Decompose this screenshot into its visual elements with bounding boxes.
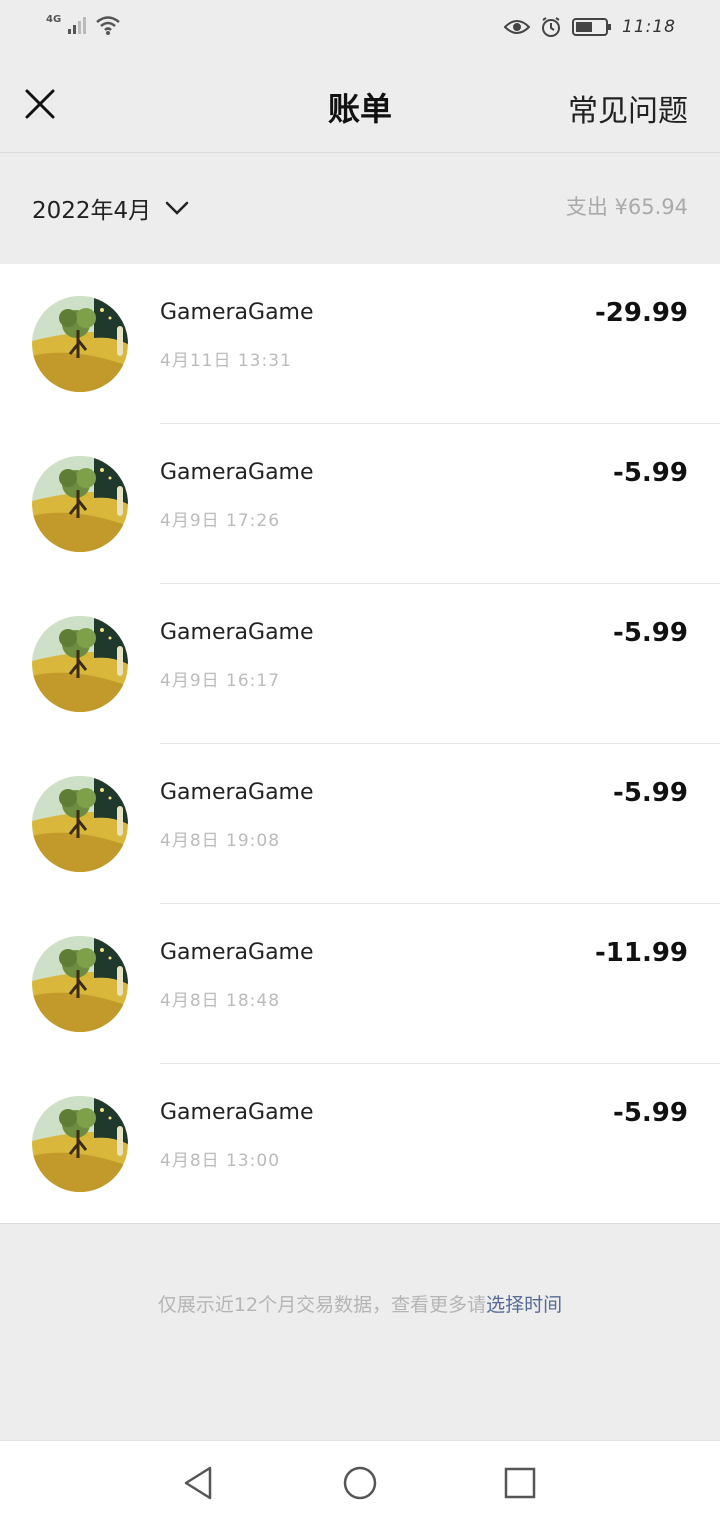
transaction-row[interactable]: GameraGame 4月9日 17:26 -5.99 bbox=[0, 424, 720, 584]
merchant-avatar bbox=[32, 936, 128, 1032]
merchant-name: GameraGame bbox=[160, 780, 314, 805]
signal-icon bbox=[68, 17, 87, 34]
spend-summary: 支出 ¥65.94 bbox=[565, 195, 688, 219]
transaction-list: GameraGame 4月11日 13:31 -29.99 GameraGame 4月9… bbox=[0, 264, 720, 1224]
transaction-time: 4月11日 13:31 bbox=[160, 351, 292, 371]
merchant-name: GameraGame bbox=[160, 460, 314, 485]
transaction-amount: -5.99 bbox=[613, 778, 688, 808]
transaction-row[interactable]: GameraGame 4月9日 16:17 -5.99 bbox=[0, 584, 720, 744]
network-type: 4G bbox=[46, 13, 62, 25]
nav-header: 账单 常见问题 bbox=[0, 56, 720, 153]
back-triangle-icon bbox=[184, 1466, 212, 1500]
faq-link[interactable]: 常见问题 bbox=[568, 86, 688, 130]
chevron-down-icon bbox=[165, 201, 189, 215]
eye-icon bbox=[504, 20, 530, 34]
merchant-name: GameraGame bbox=[160, 300, 314, 325]
transaction-time: 4月9日 16:17 bbox=[160, 671, 281, 691]
transaction-row[interactable]: GameraGame 4月11日 13:31 -29.99 bbox=[0, 264, 720, 424]
recents-button[interactable] bbox=[500, 1463, 540, 1503]
transaction-time: 4月9日 17:26 bbox=[160, 511, 281, 531]
clock: 11:18 bbox=[622, 17, 676, 37]
footer-note: 仅展示近12个月交易数据，查看更多请选择时间 bbox=[0, 1290, 720, 1317]
merchant-avatar bbox=[32, 296, 128, 392]
status-right: 11:18 bbox=[504, 16, 676, 38]
transaction-amount: -11.99 bbox=[594, 938, 688, 968]
month-label: 2022年4月 bbox=[32, 198, 152, 224]
month-filter-bar: 2022年4月 支出 ¥65.94 bbox=[0, 153, 720, 264]
merchant-avatar bbox=[32, 1096, 128, 1192]
status-left: 4G bbox=[46, 14, 121, 36]
recents-square-icon bbox=[504, 1467, 536, 1499]
transaction-amount: -29.99 bbox=[594, 298, 688, 328]
home-circle-icon bbox=[343, 1466, 377, 1500]
battery-icon bbox=[572, 18, 611, 36]
transaction-amount: -5.99 bbox=[613, 1098, 688, 1128]
transaction-row[interactable]: GameraGame 4月8日 18:48 -11.99 bbox=[0, 904, 720, 1064]
merchant-avatar bbox=[32, 616, 128, 712]
select-time-link[interactable]: 选择时间 bbox=[486, 1294, 562, 1316]
transaction-time: 4月8日 18:48 bbox=[160, 991, 281, 1011]
home-button[interactable] bbox=[340, 1463, 380, 1503]
back-button[interactable] bbox=[180, 1463, 220, 1503]
merchant-avatar bbox=[32, 456, 128, 552]
merchant-avatar bbox=[32, 776, 128, 872]
merchant-name: GameraGame bbox=[160, 940, 314, 965]
merchant-name: GameraGame bbox=[160, 620, 314, 645]
transaction-time: 4月8日 19:08 bbox=[160, 831, 281, 851]
transaction-row[interactable]: GameraGame 4月8日 13:00 -5.99 bbox=[0, 1064, 720, 1224]
wifi-icon bbox=[96, 16, 120, 35]
transaction-time: 4月8日 13:00 bbox=[160, 1151, 281, 1171]
transaction-row[interactable]: GameraGame 4月8日 19:08 -5.99 bbox=[0, 744, 720, 904]
month-selector[interactable]: 2022年4月 bbox=[32, 191, 189, 225]
alarm-icon bbox=[542, 17, 560, 37]
transaction-amount: -5.99 bbox=[613, 458, 688, 488]
system-nav-bar bbox=[0, 1440, 720, 1521]
status-bar: 4G 11:18 bbox=[0, 0, 720, 56]
merchant-name: GameraGame bbox=[160, 1100, 314, 1125]
footer-note-text: 仅展示近12个月交易数据，查看更多请 bbox=[157, 1294, 487, 1316]
transaction-amount: -5.99 bbox=[613, 618, 688, 648]
